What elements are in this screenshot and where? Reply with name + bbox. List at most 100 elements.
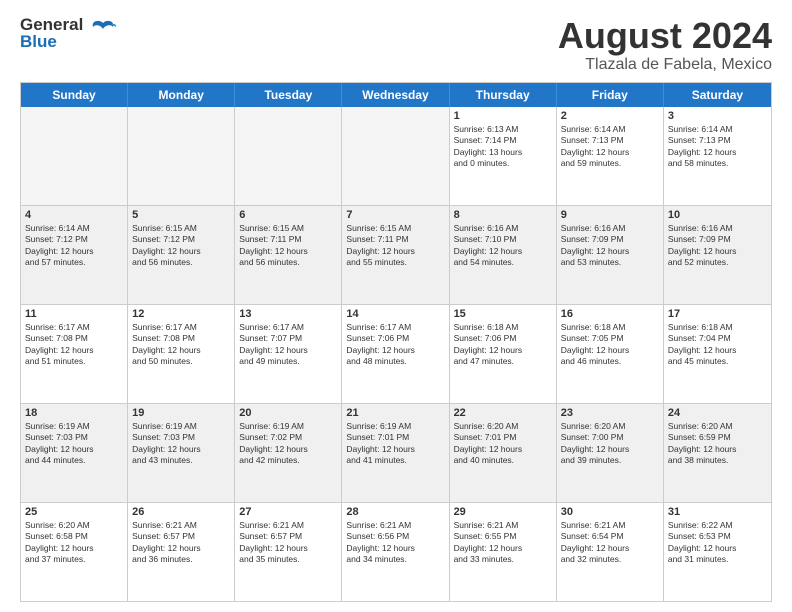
day-info: Sunrise: 6:17 AM Sunset: 7:08 PM Dayligh… bbox=[25, 322, 123, 368]
day-info: Sunrise: 6:17 AM Sunset: 7:06 PM Dayligh… bbox=[346, 322, 444, 368]
logo-blue: Blue bbox=[20, 33, 83, 50]
header: General Blue August 2024 Tlazala de Fabe… bbox=[20, 16, 772, 74]
calendar-cell: 12 Sunrise: 6:17 AM Sunset: 7:08 PM Dayli… bbox=[128, 305, 235, 403]
calendar-cell: 29 Sunrise: 6:21 AM Sunset: 6:55 PM Dayli… bbox=[450, 503, 557, 601]
calendar-cell: 15 Sunrise: 6:18 AM Sunset: 7:06 PM Dayli… bbox=[450, 305, 557, 403]
calendar-cell: 22 Sunrise: 6:20 AM Sunset: 7:01 PM Dayli… bbox=[450, 404, 557, 502]
logo-bird-icon bbox=[89, 17, 117, 45]
day-info: Sunrise: 6:16 AM Sunset: 7:10 PM Dayligh… bbox=[454, 223, 552, 269]
day-info: Sunrise: 6:15 AM Sunset: 7:11 PM Dayligh… bbox=[346, 223, 444, 269]
calendar-cell: 5Sunrise: 6:15 AM Sunset: 7:12 PM Daylig… bbox=[128, 206, 235, 304]
day-info: Sunrise: 6:16 AM Sunset: 7:09 PM Dayligh… bbox=[561, 223, 659, 269]
calendar-cell: 10Sunrise: 6:16 AM Sunset: 7:09 PM Dayli… bbox=[664, 206, 771, 304]
calendar-cell: 30Sunrise: 6:21 AM Sunset: 6:54 PM Dayli… bbox=[557, 503, 664, 601]
day-number: 7 bbox=[346, 209, 444, 221]
day-number: 1 bbox=[454, 110, 552, 122]
day-info: Sunrise: 6:20 AM Sunset: 6:59 PM Dayligh… bbox=[668, 421, 767, 467]
calendar-cell: 16Sunrise: 6:18 AM Sunset: 7:05 PM Dayli… bbox=[557, 305, 664, 403]
day-number: 19 bbox=[132, 407, 230, 419]
day-number: 15 bbox=[454, 308, 552, 320]
day-info: Sunrise: 6:20 AM Sunset: 7:00 PM Dayligh… bbox=[561, 421, 659, 467]
day-number: 12 bbox=[132, 308, 230, 320]
calendar-cell bbox=[128, 107, 235, 205]
day-number: 11 bbox=[25, 308, 123, 320]
weekday-header: Sunday bbox=[21, 83, 128, 107]
calendar-cell bbox=[21, 107, 128, 205]
day-number: 13 bbox=[239, 308, 337, 320]
calendar-cell: 4Sunrise: 6:14 AM Sunset: 7:12 PM Daylig… bbox=[21, 206, 128, 304]
day-info: Sunrise: 6:19 AM Sunset: 7:01 PM Dayligh… bbox=[346, 421, 444, 467]
calendar-body: 1 Sunrise: 6:13 AM Sunset: 7:14 PM Daylig… bbox=[21, 107, 771, 601]
day-number: 26 bbox=[132, 506, 230, 518]
day-info: Sunrise: 6:18 AM Sunset: 7:05 PM Dayligh… bbox=[561, 322, 659, 368]
day-info: Sunrise: 6:17 AM Sunset: 7:08 PM Dayligh… bbox=[132, 322, 230, 368]
day-number: 14 bbox=[346, 308, 444, 320]
day-info: Sunrise: 6:20 AM Sunset: 6:58 PM Dayligh… bbox=[25, 520, 123, 566]
calendar-cell: 17 Sunrise: 6:18 AM Sunset: 7:04 PM Dayli… bbox=[664, 305, 771, 403]
day-info: Sunrise: 6:13 AM Sunset: 7:14 PM Dayligh… bbox=[454, 124, 552, 170]
day-info: Sunrise: 6:20 AM Sunset: 7:01 PM Dayligh… bbox=[454, 421, 552, 467]
day-info: Sunrise: 6:21 AM Sunset: 6:55 PM Dayligh… bbox=[454, 520, 552, 566]
calendar-cell: 9 Sunrise: 6:16 AM Sunset: 7:09 PM Daylig… bbox=[557, 206, 664, 304]
day-info: Sunrise: 6:18 AM Sunset: 7:04 PM Dayligh… bbox=[668, 322, 767, 368]
day-number: 25 bbox=[25, 506, 123, 518]
calendar-row: 18 Sunrise: 6:19 AM Sunset: 7:03 PM Dayli… bbox=[21, 403, 771, 502]
day-info: Sunrise: 6:14 AM Sunset: 7:13 PM Dayligh… bbox=[561, 124, 659, 170]
day-number: 28 bbox=[346, 506, 444, 518]
logo: General Blue bbox=[20, 16, 117, 50]
calendar-cell: 7 Sunrise: 6:15 AM Sunset: 7:11 PM Daylig… bbox=[342, 206, 449, 304]
calendar-row: 4Sunrise: 6:14 AM Sunset: 7:12 PM Daylig… bbox=[21, 205, 771, 304]
weekday-header: Saturday bbox=[664, 83, 771, 107]
calendar-row: 25 Sunrise: 6:20 AM Sunset: 6:58 PM Dayli… bbox=[21, 502, 771, 601]
weekday-header: Wednesday bbox=[342, 83, 449, 107]
page-title: August 2024 bbox=[558, 16, 772, 56]
calendar-cell: 23Sunrise: 6:20 AM Sunset: 7:00 PM Dayli… bbox=[557, 404, 664, 502]
calendar-cell: 11 Sunrise: 6:17 AM Sunset: 7:08 PM Dayli… bbox=[21, 305, 128, 403]
weekday-header: Monday bbox=[128, 83, 235, 107]
calendar-cell: 21Sunrise: 6:19 AM Sunset: 7:01 PM Dayli… bbox=[342, 404, 449, 502]
day-info: Sunrise: 6:15 AM Sunset: 7:11 PM Dayligh… bbox=[239, 223, 337, 269]
weekday-header: Friday bbox=[557, 83, 664, 107]
weekday-header: Tuesday bbox=[235, 83, 342, 107]
calendar-row: 1 Sunrise: 6:13 AM Sunset: 7:14 PM Daylig… bbox=[21, 107, 771, 205]
day-number: 2 bbox=[561, 110, 659, 122]
day-number: 9 bbox=[561, 209, 659, 221]
day-number: 17 bbox=[668, 308, 767, 320]
day-info: Sunrise: 6:17 AM Sunset: 7:07 PM Dayligh… bbox=[239, 322, 337, 368]
day-info: Sunrise: 6:19 AM Sunset: 7:03 PM Dayligh… bbox=[132, 421, 230, 467]
day-number: 8 bbox=[454, 209, 552, 221]
day-number: 4 bbox=[25, 209, 123, 221]
calendar-cell: 27Sunrise: 6:21 AM Sunset: 6:57 PM Dayli… bbox=[235, 503, 342, 601]
day-info: Sunrise: 6:22 AM Sunset: 6:53 PM Dayligh… bbox=[668, 520, 767, 566]
day-info: Sunrise: 6:14 AM Sunset: 7:13 PM Dayligh… bbox=[668, 124, 767, 170]
calendar-cell: 3 Sunrise: 6:14 AM Sunset: 7:13 PM Daylig… bbox=[664, 107, 771, 205]
calendar-cell: 2 Sunrise: 6:14 AM Sunset: 7:13 PM Daylig… bbox=[557, 107, 664, 205]
day-number: 29 bbox=[454, 506, 552, 518]
day-info: Sunrise: 6:18 AM Sunset: 7:06 PM Dayligh… bbox=[454, 322, 552, 368]
calendar-cell: 18Sunrise: 6:19 AM Sunset: 7:03 PM Dayli… bbox=[21, 404, 128, 502]
calendar-cell: 14 Sunrise: 6:17 AM Sunset: 7:06 PM Dayli… bbox=[342, 305, 449, 403]
day-number: 31 bbox=[668, 506, 767, 518]
calendar: SundayMondayTuesdayWednesdayThursdayFrid… bbox=[20, 82, 772, 602]
day-number: 22 bbox=[454, 407, 552, 419]
calendar-cell bbox=[342, 107, 449, 205]
day-number: 24 bbox=[668, 407, 767, 419]
day-number: 20 bbox=[239, 407, 337, 419]
day-number: 6 bbox=[239, 209, 337, 221]
title-block: August 2024 Tlazala de Fabela, Mexico bbox=[558, 16, 772, 74]
calendar-cell: 25 Sunrise: 6:20 AM Sunset: 6:58 PM Dayli… bbox=[21, 503, 128, 601]
weekday-header: Thursday bbox=[450, 83, 557, 107]
day-info: Sunrise: 6:21 AM Sunset: 6:57 PM Dayligh… bbox=[239, 520, 337, 566]
page: General Blue August 2024 Tlazala de Fabe… bbox=[0, 0, 792, 612]
calendar-cell: 8 Sunrise: 6:16 AM Sunset: 7:10 PM Daylig… bbox=[450, 206, 557, 304]
logo-general: General bbox=[20, 16, 83, 33]
calendar-cell bbox=[235, 107, 342, 205]
calendar-cell: 6 Sunrise: 6:15 AM Sunset: 7:11 PM Daylig… bbox=[235, 206, 342, 304]
calendar-cell: 26Sunrise: 6:21 AM Sunset: 6:57 PM Dayli… bbox=[128, 503, 235, 601]
calendar-cell: 19 Sunrise: 6:19 AM Sunset: 7:03 PM Dayli… bbox=[128, 404, 235, 502]
day-number: 10 bbox=[668, 209, 767, 221]
day-number: 18 bbox=[25, 407, 123, 419]
calendar-cell: 31 Sunrise: 6:22 AM Sunset: 6:53 PM Dayli… bbox=[664, 503, 771, 601]
day-info: Sunrise: 6:21 AM Sunset: 6:56 PM Dayligh… bbox=[346, 520, 444, 566]
day-number: 3 bbox=[668, 110, 767, 122]
